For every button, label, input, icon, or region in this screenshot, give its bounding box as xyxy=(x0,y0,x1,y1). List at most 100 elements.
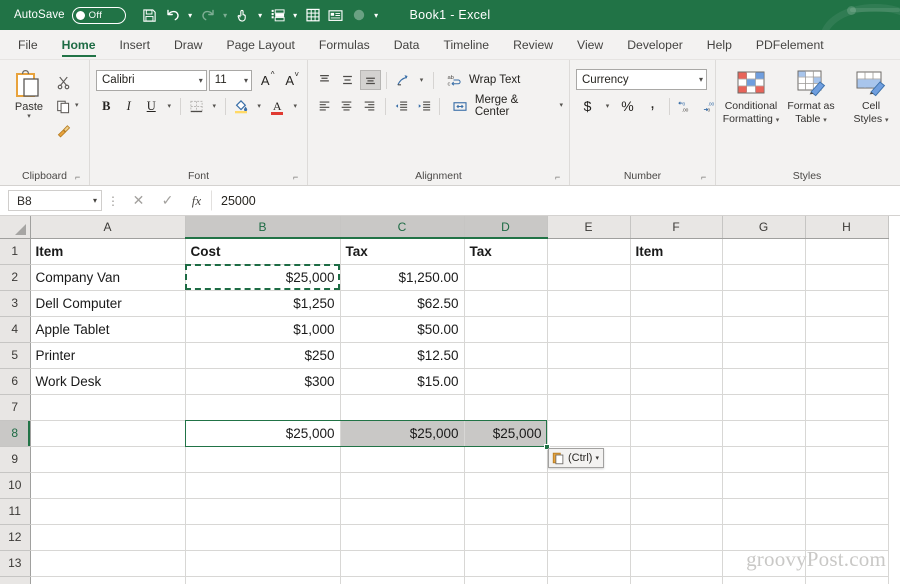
cell-e8[interactable] xyxy=(547,420,631,447)
cell-e14[interactable] xyxy=(547,576,631,584)
tab-pdfelement[interactable]: PDFelement xyxy=(744,30,836,59)
name-box[interactable]: B8 ▾ xyxy=(8,190,102,211)
number-format-select[interactable]: Currency ▾ xyxy=(576,69,707,90)
align-bottom-button[interactable] xyxy=(360,70,381,90)
cell-a11[interactable] xyxy=(30,498,186,525)
copy-dropdown-icon[interactable]: ▾ xyxy=(75,102,79,110)
cell-b11[interactable] xyxy=(185,498,341,525)
cell-a7[interactable] xyxy=(30,394,186,421)
cell-d8[interactable]: $25,000 xyxy=(464,420,548,447)
cancel-entry-button[interactable]: ✕ xyxy=(124,190,153,212)
cell-d9[interactable] xyxy=(464,446,548,473)
comma-format-button[interactable]: , xyxy=(641,94,664,117)
column-header-h[interactable]: H xyxy=(805,216,889,239)
cell-d7[interactable] xyxy=(464,394,548,421)
orientation-dropdown-icon[interactable]: ▾ xyxy=(415,69,428,91)
cell-a3[interactable]: Dell Computer xyxy=(30,290,186,317)
font-color-dropdown-icon[interactable]: ▾ xyxy=(289,95,301,117)
increase-font-size-button[interactable]: A ^ xyxy=(254,69,277,91)
redo-dropdown-icon[interactable]: ▾ xyxy=(220,3,231,27)
cell-b5[interactable]: $250 xyxy=(185,342,341,369)
cell-d11[interactable] xyxy=(464,498,548,525)
cell-c12[interactable] xyxy=(340,524,465,551)
tab-file[interactable]: File xyxy=(6,30,50,59)
fill-color-dropdown-icon[interactable]: ▾ xyxy=(253,95,265,117)
increase-indent-button[interactable] xyxy=(414,96,435,116)
cell-e4[interactable] xyxy=(547,316,631,343)
cell-f14[interactable] xyxy=(630,576,723,584)
cell-g3[interactable] xyxy=(722,290,806,317)
alignment-dialog-launcher[interactable]: ⌐ xyxy=(555,173,564,182)
accounting-format-button[interactable]: $ xyxy=(576,95,599,117)
cell-b1[interactable]: Cost xyxy=(185,238,341,265)
cell-b8[interactable]: $25,000 xyxy=(185,420,341,447)
cell-e2[interactable] xyxy=(547,264,631,291)
cell-d1[interactable]: Tax xyxy=(464,238,548,265)
cell-f13[interactable] xyxy=(630,550,723,577)
cell-b12[interactable] xyxy=(185,524,341,551)
cell-f4[interactable] xyxy=(630,316,723,343)
cell-d5[interactable] xyxy=(464,342,548,369)
cell-h9[interactable] xyxy=(805,446,889,473)
cell-g10[interactable] xyxy=(722,472,806,499)
column-header-e[interactable]: E xyxy=(547,216,631,239)
tab-home[interactable]: Home xyxy=(50,30,108,59)
cell-d14[interactable] xyxy=(464,576,548,584)
row-header-7[interactable]: 7 xyxy=(0,394,31,421)
cell-g2[interactable] xyxy=(722,264,806,291)
record-icon[interactable] xyxy=(348,3,370,27)
cell-h2[interactable] xyxy=(805,264,889,291)
column-header-c[interactable]: C xyxy=(340,216,465,239)
cell-d4[interactable] xyxy=(464,316,548,343)
format-as-table-button[interactable]: Format as Table ▾ xyxy=(782,68,840,125)
row-header-8[interactable]: 8 xyxy=(0,420,31,447)
cell-b10[interactable] xyxy=(185,472,341,499)
undo-icon[interactable] xyxy=(162,3,184,27)
cell-f2[interactable] xyxy=(630,264,723,291)
cell-b6[interactable]: $300 xyxy=(185,368,341,395)
borders-button[interactable] xyxy=(186,95,206,117)
undo-dropdown-icon[interactable]: ▾ xyxy=(185,3,196,27)
cell-g1[interactable] xyxy=(722,238,806,265)
cell-b2[interactable]: $25,000 xyxy=(185,264,341,291)
cell-c3[interactable]: $62.50 xyxy=(340,290,465,317)
merge-center-button[interactable]: Merge & Center ▾ xyxy=(445,94,564,118)
merge-center-dropdown-icon[interactable]: ▾ xyxy=(560,102,564,110)
align-right-button[interactable] xyxy=(359,96,380,116)
select-all-corner[interactable] xyxy=(0,216,31,239)
cell-e6[interactable] xyxy=(547,368,631,395)
cell-d10[interactable] xyxy=(464,472,548,499)
cell-e5[interactable] xyxy=(547,342,631,369)
cell-c8[interactable]: $25,000 xyxy=(340,420,465,447)
cell-e1[interactable] xyxy=(547,238,631,265)
cell-e7[interactable] xyxy=(547,394,631,421)
column-header-b[interactable]: B xyxy=(185,216,341,239)
form-icon[interactable] xyxy=(325,3,347,27)
format-painter-button[interactable] xyxy=(52,119,79,141)
cell-e13[interactable] xyxy=(547,550,631,577)
confirm-entry-button[interactable]: ✓ xyxy=(153,190,182,212)
spreadsheet-grid[interactable]: A B C D E F G H 1 Item Cost Tax Tax Item xyxy=(0,216,900,584)
column-header-f[interactable]: F xyxy=(630,216,723,239)
cell-b13[interactable] xyxy=(185,550,341,577)
chevron-down-icon[interactable]: ▾ xyxy=(595,454,599,462)
cell-a8[interactable] xyxy=(30,420,186,447)
cell-f10[interactable] xyxy=(630,472,723,499)
cell-a6[interactable]: Work Desk xyxy=(30,368,186,395)
cell-f1[interactable]: Item xyxy=(630,238,723,265)
cell-g9[interactable] xyxy=(722,446,806,473)
cell-g4[interactable] xyxy=(722,316,806,343)
cell-g14[interactable] xyxy=(722,576,806,584)
sort-filter-dropdown-icon[interactable]: ▾ xyxy=(290,3,301,27)
cell-g7[interactable] xyxy=(722,394,806,421)
cell-d12[interactable] xyxy=(464,524,548,551)
align-center-button[interactable] xyxy=(337,96,358,116)
cell-f11[interactable] xyxy=(630,498,723,525)
percent-format-button[interactable]: % xyxy=(616,95,639,117)
cell-c6[interactable]: $15.00 xyxy=(340,368,465,395)
wrap-text-button[interactable]: ab c Wrap Text xyxy=(439,69,520,91)
cell-h5[interactable] xyxy=(805,342,889,369)
cell-g11[interactable] xyxy=(722,498,806,525)
row-header-12[interactable]: 12 xyxy=(0,524,31,551)
cell-c13[interactable] xyxy=(340,550,465,577)
